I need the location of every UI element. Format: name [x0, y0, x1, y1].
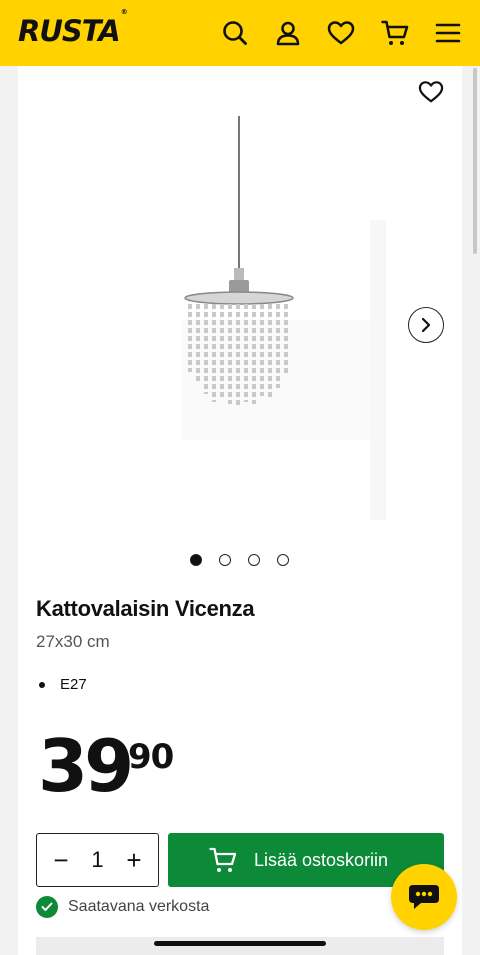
favorite-button[interactable]: [412, 74, 450, 110]
gallery-pagination: [190, 554, 300, 568]
gallery-dot-4[interactable]: [277, 554, 289, 566]
search-icon[interactable]: [216, 14, 254, 52]
product-title: Kattovalaisin Vicenza: [36, 596, 255, 621]
increase-quantity-button[interactable]: +: [124, 847, 144, 873]
gallery-dot-3[interactable]: [248, 554, 260, 566]
check-circle-icon: [36, 896, 58, 918]
add-to-cart-label: Lisää ostoskoriin: [254, 849, 389, 870]
chat-button[interactable]: [391, 864, 457, 930]
product-dimensions: 27x30 cm: [36, 632, 110, 651]
product-image[interactable]: [170, 110, 390, 530]
next-image-button[interactable]: [408, 307, 444, 343]
quantity-stepper: − 1 +: [36, 833, 159, 887]
account-icon[interactable]: [269, 14, 307, 52]
next-section-edge: [36, 937, 444, 955]
logo-text: RUSTA: [18, 14, 121, 48]
feature-item: E27: [36, 676, 87, 693]
heart-outline-icon: [418, 81, 444, 103]
chat-bubble-icon: [409, 885, 439, 909]
cart-icon: [209, 847, 237, 872]
home-indicator[interactable]: [154, 941, 326, 946]
availability-status: Saatavana verkosta: [36, 896, 209, 918]
availability-text: Saatavana verkosta: [68, 898, 210, 915]
gallery-dot-2[interactable]: [219, 554, 231, 566]
page-scrollbar[interactable]: [473, 68, 477, 254]
price-decimals: 90: [128, 737, 174, 777]
chevron-right-icon: [421, 317, 431, 333]
product-features: E27: [36, 676, 87, 693]
gallery-dot-1[interactable]: [190, 554, 202, 566]
rusta-logo[interactable]: RUSTA®: [18, 8, 128, 48]
price-integer: 39: [38, 724, 134, 808]
cart-icon[interactable]: [376, 14, 414, 52]
logo-registered-mark: ®: [120, 8, 128, 17]
quantity-value[interactable]: 1: [91, 847, 103, 873]
decrease-quantity-button[interactable]: −: [51, 847, 71, 873]
menu-icon[interactable]: [429, 14, 467, 52]
site-header: RUSTA®: [0, 0, 480, 66]
product-price: 39 90: [38, 730, 174, 802]
wishlist-icon[interactable]: [322, 14, 360, 52]
